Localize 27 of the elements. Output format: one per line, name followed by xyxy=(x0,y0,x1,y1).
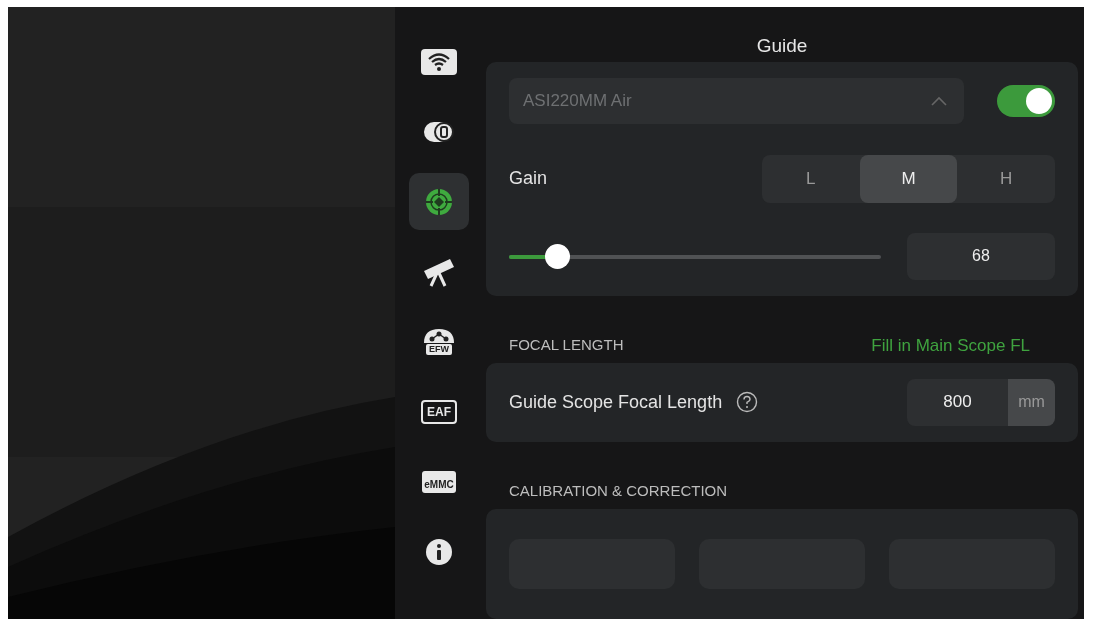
focal-length-label: Guide Scope Focal Length xyxy=(509,391,723,413)
page-title: Guide xyxy=(755,34,809,58)
sidebar-item[interactable]: EFW xyxy=(409,313,469,370)
slider-thumb[interactable] xyxy=(545,243,571,269)
section-heading: CALIBRATION & CORRECTION xyxy=(509,481,728,501)
gain-option[interactable]: M xyxy=(859,154,958,203)
gain-slider[interactable] xyxy=(509,243,881,269)
help-icon[interactable] xyxy=(736,391,759,414)
focal-length-field[interactable]: 800 xyxy=(907,378,1008,426)
gain-label: Gain xyxy=(509,168,548,190)
section-heading: FOCAL LENGTH xyxy=(509,335,624,355)
sidebar-item[interactable] xyxy=(409,173,469,230)
info-icon xyxy=(425,537,453,566)
sidebar-item[interactable]: eMMC xyxy=(409,453,469,510)
sidebar-item[interactable]: EAF xyxy=(409,383,469,440)
wifi-icon xyxy=(421,48,457,75)
caret-icon xyxy=(930,95,948,106)
toggle-switch[interactable] xyxy=(997,84,1055,117)
focuser-icon: EAF xyxy=(421,399,457,424)
fill-link[interactable]: Fill in Main Scope FL xyxy=(871,335,1030,363)
telescope-icon xyxy=(422,256,456,287)
gain-option[interactable]: H xyxy=(957,154,1055,203)
gain-option[interactable]: L xyxy=(762,154,860,203)
unit-label: mm xyxy=(1008,378,1055,426)
storage-icon: eMMC xyxy=(422,470,456,493)
crosshair-icon xyxy=(424,186,454,217)
gain-value-field[interactable]: 68 xyxy=(907,232,1055,280)
